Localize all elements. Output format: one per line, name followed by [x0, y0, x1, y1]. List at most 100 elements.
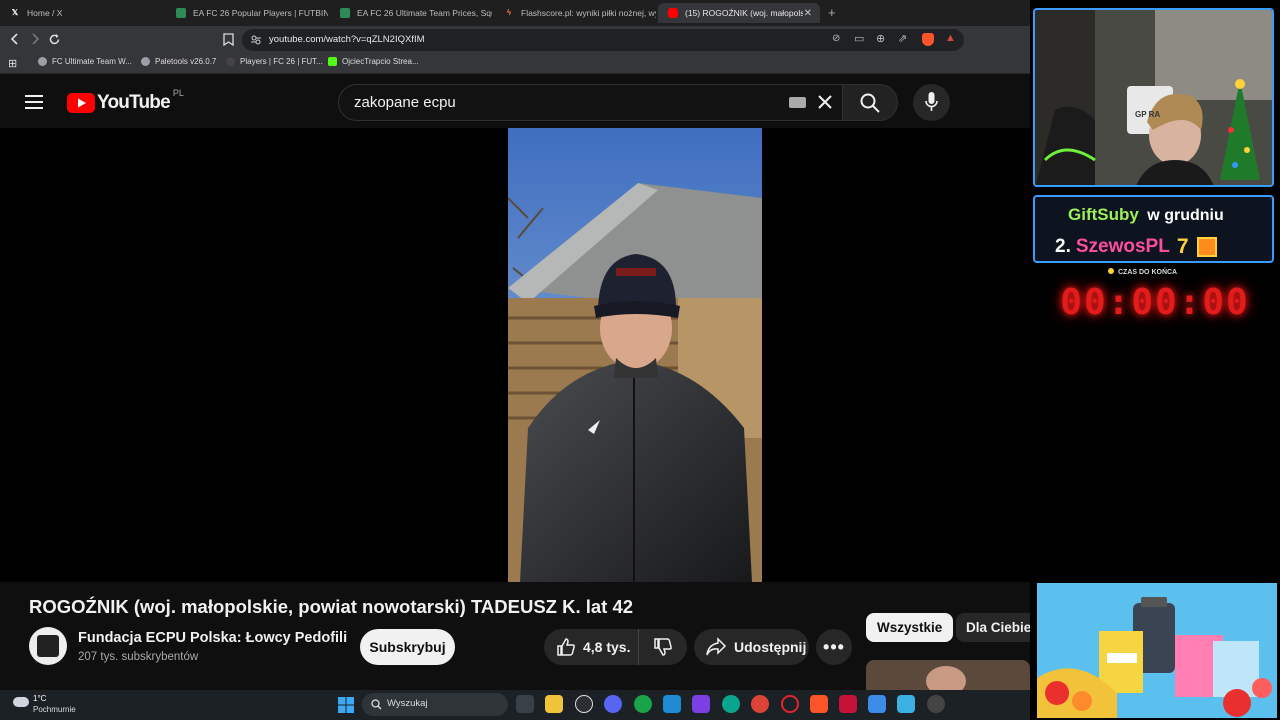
keyboard-icon[interactable]	[789, 97, 806, 108]
share-label: Udostępnij	[734, 639, 807, 655]
channel-name[interactable]: Fundacja ECPU Polska: Łowcy Pedofili	[78, 630, 347, 646]
tab-home-x[interactable]: 𝕏 Home / X	[0, 3, 164, 23]
tab-flashscore[interactable]: ϟ Flashscore.pl: wyniki piłki nożnej, wy	[494, 3, 656, 23]
dislike-button[interactable]	[639, 629, 687, 665]
brave-rewards-icon[interactable]: ▲	[945, 32, 956, 44]
weather-condition: Pochmurnie	[33, 705, 76, 714]
brave-icon[interactable]	[810, 695, 828, 713]
mail-icon[interactable]	[868, 695, 886, 713]
close-tab-icon[interactable]: ✕	[804, 8, 812, 19]
apps-grid-icon[interactable]: ⊞	[8, 57, 17, 70]
tab-youtube-active[interactable]: (15) ROGOŹNIK (woj. małopolsk ✕	[658, 3, 820, 23]
obs-app-icon[interactable]	[692, 695, 710, 713]
brave-shields-icon[interactable]	[922, 33, 934, 46]
site-settings-icon[interactable]	[250, 34, 262, 46]
x-logo-icon: 𝕏	[11, 8, 19, 17]
tracking-blocked-icon[interactable]: ⊘	[832, 33, 840, 44]
flashscore-icon: ϟ	[506, 8, 512, 17]
xbox-icon[interactable]	[634, 695, 652, 713]
share-page-icon[interactable]: ⇗	[898, 32, 907, 45]
gift-count: 7	[1176, 235, 1189, 258]
app-icon[interactable]	[897, 695, 915, 713]
timer-bullet-icon	[1108, 268, 1114, 274]
cast-icon[interactable]: ▭	[854, 32, 864, 45]
share-button[interactable]: Udostępnij	[694, 629, 809, 665]
github-desktop-icon[interactable]	[575, 695, 593, 713]
gift-subs-box: GiftSuby w grudniu 2. SzewosPL 7	[1033, 195, 1274, 263]
taskbar-search-placeholder: Wyszukaj	[387, 698, 428, 709]
windows-start-icon[interactable]	[338, 697, 354, 713]
hamburger-menu-icon[interactable]	[25, 95, 43, 109]
timer-label: CZAS DO KOŃCA	[1108, 268, 1177, 276]
like-dislike-group: 4,8 tys.	[544, 629, 687, 665]
futbin-icon	[226, 57, 235, 66]
chip-for-you[interactable]: Dla Ciebie	[956, 613, 1042, 642]
futbin-icon	[176, 8, 186, 18]
clear-search-icon[interactable]	[818, 95, 832, 109]
sponsor-product-image	[1037, 583, 1277, 718]
video-frame[interactable]	[508, 128, 762, 582]
gift-icon	[1196, 237, 1217, 257]
forward-icon[interactable]	[29, 33, 41, 45]
like-button[interactable]: 4,8 tys.	[544, 629, 639, 665]
timer-label-text: CZAS DO KOŃCA	[1118, 269, 1178, 276]
weather-temperature: 1°C	[33, 694, 47, 703]
thumbs-up-icon	[557, 638, 575, 656]
gift-subs-heading: GiftSuby w grudniu	[1068, 205, 1224, 225]
countdown-timer: 00:00:00	[1060, 282, 1250, 323]
chrome-icon[interactable]	[751, 695, 769, 713]
tab-label: Home / X	[27, 8, 63, 18]
tab-futbin-popular[interactable]: EA FC 26 Popular Players | FUTBIN	[166, 3, 328, 23]
search-button[interactable]	[842, 84, 898, 121]
webcam-image	[1035, 10, 1272, 185]
task-view-icon[interactable]	[516, 695, 534, 713]
tab-label: Flashscore.pl: wyniki piłki nożnej, wy	[521, 8, 656, 18]
youtube-play-icon	[67, 93, 95, 113]
vscode-icon[interactable]	[663, 695, 681, 713]
subscribe-button[interactable]: Subskrybuj	[360, 629, 455, 665]
youtube-logo[interactable]: YouTube PL	[67, 88, 184, 114]
bookmarks-bar: ⊞ FC Ultimate Team W... Paletools v26.0.…	[0, 54, 1030, 74]
discord-icon[interactable]	[604, 695, 622, 713]
top-gifter-row: 2. SzewosPL 7	[1055, 235, 1217, 259]
opera-icon[interactable]	[781, 695, 799, 713]
globe-icon	[141, 57, 150, 66]
gifter-name: SzewosPL	[1075, 236, 1170, 257]
cloud-icon	[13, 697, 29, 707]
bookmark-fc-ultimate[interactable]: FC Ultimate Team W...	[38, 57, 132, 66]
channel-avatar[interactable]	[29, 627, 67, 665]
back-icon[interactable]	[9, 33, 21, 45]
settings-gear-icon[interactable]	[927, 695, 945, 713]
chip-all[interactable]: Wszystkie	[866, 613, 954, 642]
like-count: 4,8 tys.	[583, 639, 631, 655]
bookmark-players-fc26[interactable]: Players | FC 26 | FUT...	[226, 57, 323, 66]
kick-icon	[328, 57, 337, 66]
subscriber-count: 207 tys. subskrybentów	[78, 651, 199, 663]
zoom-icon[interactable]: ⊕	[876, 32, 885, 45]
microphone-icon	[925, 92, 938, 111]
more-actions-button[interactable]: •••	[816, 629, 852, 665]
bookmark-paletools[interactable]: Paletools v26.0.7	[141, 57, 216, 66]
share-icon	[706, 637, 727, 656]
gift-subs-month: w grudniu	[1147, 207, 1224, 224]
search-query: zakopane ecpu	[354, 94, 456, 111]
file-explorer-icon[interactable]	[545, 695, 563, 713]
new-tab-button[interactable]: +	[828, 5, 836, 20]
url-text: youtube.com/watch?v=qZLN2IQXfIM	[269, 34, 425, 45]
voice-search-button[interactable]	[913, 84, 950, 121]
tab-label: EA FC 26 Ultimate Team Prices, Squa	[357, 8, 492, 18]
vivaldi-icon[interactable]	[839, 695, 857, 713]
bookmark-icon[interactable]	[223, 33, 234, 46]
bookmark-ojciectrapcio[interactable]: OjciecTrapcio Strea...	[328, 57, 419, 66]
bookmark-label: Paletools v26.0.7	[155, 57, 217, 66]
reload-icon[interactable]	[48, 33, 61, 46]
edge-icon[interactable]	[722, 695, 740, 713]
url-bar[interactable]: youtube.com/watch?v=qZLN2IQXfIM ⊘ ▭ ⊕ ⇗ …	[242, 29, 964, 51]
recommended-video-thumbnail[interactable]	[866, 660, 1030, 690]
search-input[interactable]: zakopane ecpu	[338, 84, 846, 121]
sponsor-ad	[1037, 583, 1277, 718]
taskbar-search-input[interactable]: Wyszukaj	[362, 693, 508, 716]
tab-futbin-prices[interactable]: EA FC 26 Ultimate Team Prices, Squa	[330, 3, 492, 23]
youtube-logo-text: YouTube	[97, 92, 171, 113]
more-horizontal-icon: •••	[823, 636, 845, 657]
